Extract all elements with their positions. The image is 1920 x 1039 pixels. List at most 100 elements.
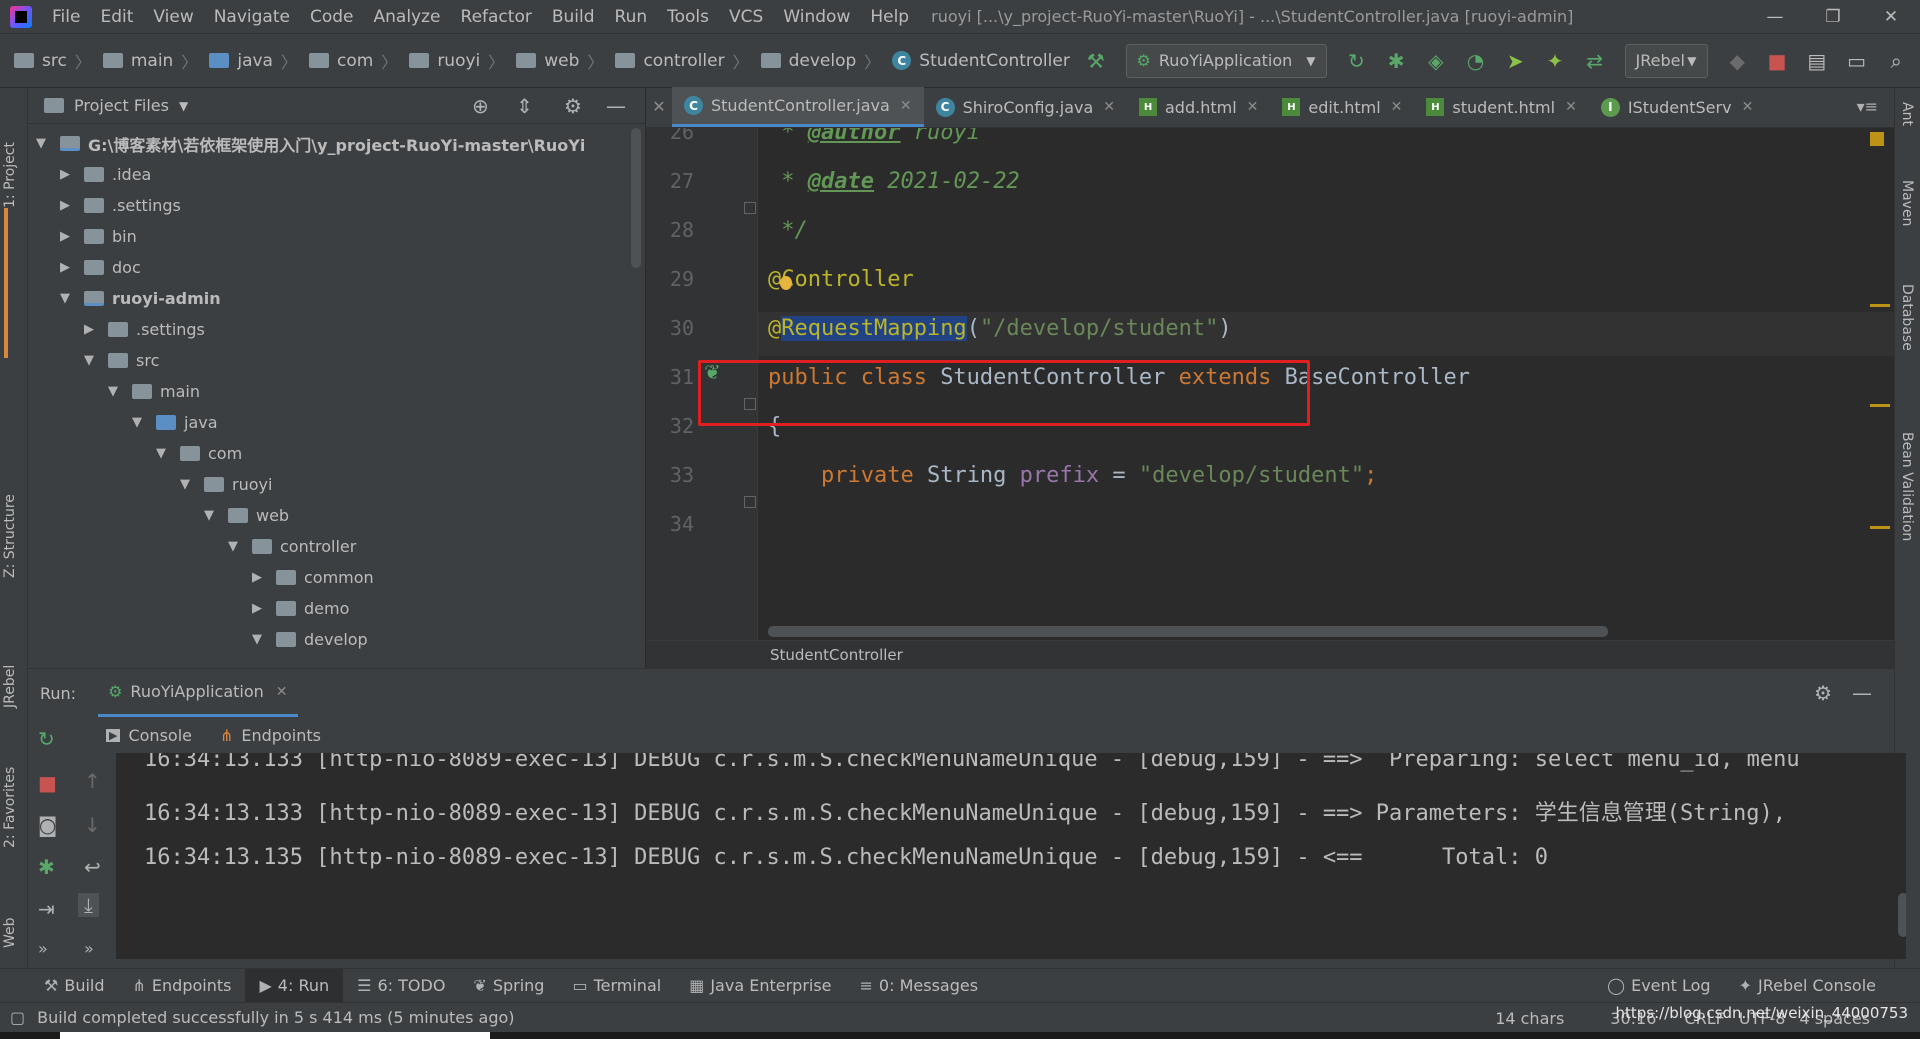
tool-window-event-log[interactable]: ◯ Event Log <box>1593 976 1724 995</box>
tree-node[interactable]: ▶ .settings <box>28 314 645 345</box>
console-vertical-scrollbar[interactable] <box>1898 893 1906 937</box>
expanded-arrow-icon[interactable]: ▼ <box>248 632 266 647</box>
chevron-down-icon[interactable]: ▼ <box>179 99 188 113</box>
debug-icon[interactable]: ✱ <box>1382 46 1410 76</box>
breadcrumb-item[interactable]: ruoyi 〉 <box>403 34 510 88</box>
breadcrumb-item[interactable]: src 〉 <box>8 34 97 88</box>
tree-node[interactable]: ▶ .idea <box>28 159 645 190</box>
tree-node[interactable]: ▼ src <box>28 345 645 376</box>
project-structure-icon[interactable]: ▤ <box>1803 46 1831 76</box>
editor-tab[interactable]: Hstudent.html ✕ <box>1414 87 1588 127</box>
tool-window-build[interactable]: ⚒ Build <box>30 976 119 995</box>
restore-icon[interactable]: ❐ <box>1804 0 1862 34</box>
close-icon[interactable]: ✕ <box>1862 0 1920 34</box>
jrebel-run-icon[interactable]: ➤ <box>1501 46 1529 76</box>
status-message[interactable]: Build completed successfully in 5 s 414 … <box>37 1008 514 1027</box>
gear-icon[interactable]: ⚙ <box>564 94 582 118</box>
exit-icon[interactable]: ⇥ <box>38 897 55 921</box>
tree-node[interactable]: ▼ develop <box>28 624 645 655</box>
menu-item-vcs[interactable]: VCS <box>719 0 773 34</box>
console-output[interactable]: 16:34:13.133 [http-nio-8089-exec-13] DEB… <box>116 753 1906 959</box>
tool-tab-web[interactable]: Web <box>2 898 18 948</box>
editor-horizontal-scrollbar[interactable] <box>768 626 1608 637</box>
scroll-to-end-icon[interactable]: ⤓ <box>78 893 99 917</box>
collapse-all-icon[interactable]: ⇕ <box>516 94 533 118</box>
editor-tab[interactable]: Hedit.html ✕ <box>1270 87 1414 127</box>
expanded-arrow-icon[interactable]: ▼ <box>32 136 50 151</box>
tool-window-terminal[interactable]: ▭ Terminal <box>558 976 675 995</box>
tree-node[interactable]: ▼ ruoyi-admin <box>28 283 645 314</box>
tool-tab-maven[interactable]: Maven <box>1899 180 1915 226</box>
tree-node[interactable]: ▶ .settings <box>28 190 645 221</box>
tool-window-4-run[interactable]: ▶ 4: Run <box>245 968 344 1003</box>
coverage-icon[interactable]: ◈ <box>1422 46 1450 76</box>
breadcrumb-item[interactable]: web 〉 <box>510 34 609 88</box>
tool-window-java-enterprise[interactable]: ▦ Java Enterprise <box>675 976 845 995</box>
collapsed-arrow-icon[interactable]: ▶ <box>56 260 74 275</box>
minimize-icon[interactable]: — <box>1746 0 1804 34</box>
tool-tab-ant[interactable]: Ant <box>1899 102 1915 126</box>
expanded-arrow-icon[interactable]: ▼ <box>200 508 218 523</box>
tree-node[interactable]: ▼ com <box>28 438 645 469</box>
jrebel-debug-icon[interactable]: ✦ <box>1541 46 1569 76</box>
stop-icon[interactable]: ■ <box>1763 46 1791 76</box>
run-anything-icon[interactable]: ▭ <box>1843 46 1871 76</box>
collapsed-arrow-icon[interactable]: ▶ <box>56 167 74 182</box>
breadcrumb-item[interactable]: controller 〉 <box>609 34 754 88</box>
expanded-arrow-icon[interactable]: ▼ <box>80 353 98 368</box>
expanded-arrow-icon[interactable]: ▼ <box>56 291 74 306</box>
tool-tab-structure[interactable]: Z: Structure <box>2 458 18 578</box>
expanded-arrow-icon[interactable]: ▼ <box>152 446 170 461</box>
tree-node[interactable]: ▶ common <box>28 562 645 593</box>
menu-item-view[interactable]: View <box>143 0 203 34</box>
menu-item-analyze[interactable]: Analyze <box>364 0 451 34</box>
error-stripe-mark[interactable] <box>1870 304 1890 307</box>
update-app-icon[interactable]: ⇄ <box>1581 46 1609 76</box>
error-stripe-mark[interactable] <box>1870 526 1890 529</box>
menu-item-navigate[interactable]: Navigate <box>204 0 300 34</box>
collapsed-arrow-icon[interactable]: ▶ <box>56 229 74 244</box>
collapsed-arrow-icon[interactable]: ▶ <box>56 198 74 213</box>
hide-icon[interactable]: — <box>606 94 626 118</box>
menu-item-window[interactable]: Window <box>773 0 860 34</box>
debug-icon[interactable]: ✱ <box>38 855 55 879</box>
tool-tab-jrebel[interactable]: JRebel <box>2 628 18 708</box>
tool-window-0-messages[interactable]: ≡ 0: Messages <box>846 976 993 995</box>
tree-node[interactable]: ▶ doc <box>28 252 645 283</box>
more-icon[interactable]: » <box>38 939 48 958</box>
locate-icon[interactable]: ⊕ <box>472 94 489 118</box>
expanded-arrow-icon[interactable]: ▼ <box>176 477 194 492</box>
error-stripe-mark[interactable] <box>1870 404 1890 407</box>
build-hammer-icon[interactable]: ⚒ <box>1082 46 1110 76</box>
breadcrumb-item[interactable]: java 〉 <box>203 34 303 88</box>
collapsed-arrow-icon[interactable]: ▶ <box>248 570 266 585</box>
breadcrumb-item[interactable]: develop 〉 <box>755 34 887 88</box>
more-icon[interactable]: » <box>84 939 94 958</box>
menu-item-help[interactable]: Help <box>860 0 919 34</box>
close-icon[interactable]: ✕ <box>646 87 672 127</box>
tree-node[interactable]: ▼ main <box>28 376 645 407</box>
tool-tab-database[interactable]: Database <box>1899 284 1915 351</box>
close-icon[interactable]: ✕ <box>1565 99 1577 115</box>
tool-window-endpoints[interactable]: ⋔ Endpoints <box>119 976 246 995</box>
close-icon[interactable]: ✕ <box>1103 99 1115 115</box>
gear-icon[interactable]: ⚙ <box>1814 681 1832 705</box>
tree-node[interactable]: ▼ controller <box>28 531 645 562</box>
collapsed-arrow-icon[interactable]: ▶ <box>248 601 266 616</box>
editor-tab[interactable]: C ShiroConfig.java ✕ <box>924 87 1127 127</box>
rerun-icon[interactable]: ↻ <box>38 727 55 751</box>
menu-item-code[interactable]: Code <box>300 0 364 34</box>
editor-tab[interactable]: C StudentController.java ✕ <box>672 87 924 127</box>
camera-icon[interactable]: ◙ <box>38 813 57 837</box>
breadcrumb-item[interactable]: com 〉 <box>303 34 403 88</box>
menu-item-edit[interactable]: Edit <box>90 0 143 34</box>
tree-node[interactable]: ▼ ruoyi <box>28 469 645 500</box>
breadcrumb-item[interactable]: C StudentController <box>886 34 1076 88</box>
soft-wrap-icon[interactable]: ↩ <box>84 855 101 879</box>
menu-item-run[interactable]: Run <box>605 0 658 34</box>
tree-scrollbar[interactable] <box>631 128 641 268</box>
inspection-warning-icon[interactable] <box>1870 132 1884 146</box>
search-icon[interactable]: ⌕ <box>1882 46 1910 76</box>
tool-tab-favorites[interactable]: 2: Favorites <box>2 738 18 848</box>
editor-tab[interactable]: Hadd.html ✕ <box>1127 87 1270 127</box>
